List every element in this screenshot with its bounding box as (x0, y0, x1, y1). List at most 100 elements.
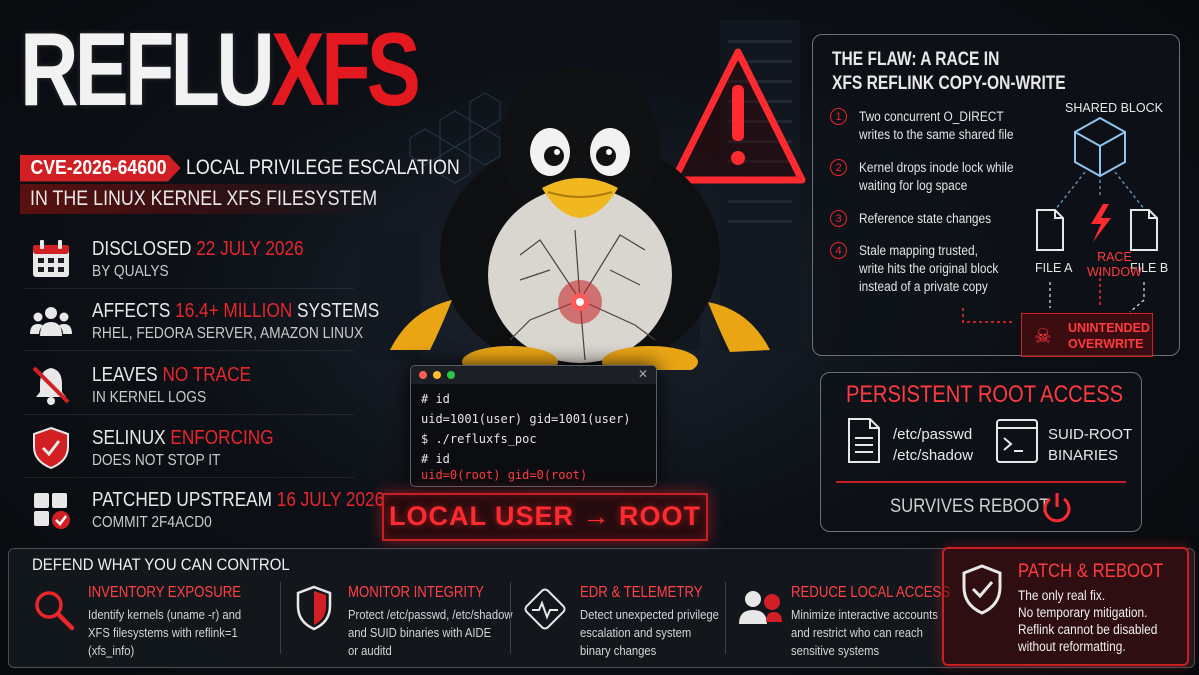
fact-selinux-hl: ENFORCING (170, 427, 274, 449)
patch-reboot-box: PATCH & REBOOT The only real fix. No tem… (942, 547, 1189, 666)
fact-patched-date: 16 JULY 2026 (276, 489, 385, 511)
race-line2: WINDOW (1087, 265, 1142, 279)
patch-text: The only real fix. No temporary mitigati… (1018, 587, 1157, 655)
document-icon (848, 418, 880, 463)
defend-item-line: XFS filesystems with reflink=1 (88, 626, 238, 640)
file-b-icon (1130, 209, 1158, 251)
close-icon: ✕ (637, 367, 648, 381)
fact-affects-post: SYSTEMS (292, 300, 380, 322)
defend-item-title: MONITOR INTEGRITY (348, 584, 484, 601)
power-icon (1043, 493, 1071, 523)
root-file-shadow: /etc/shadow (893, 447, 974, 464)
magnifier-icon (35, 591, 75, 631)
defend-divider (725, 582, 726, 654)
cve-row: CVE-2026-64600 (20, 154, 203, 182)
shield-icon (33, 426, 69, 470)
minimize-dot-icon (433, 371, 441, 379)
patch-title: PATCH & REBOOT (1018, 561, 1164, 582)
root-title: PERSISTENT ROOT ACCESS (846, 381, 1124, 408)
patch-line: Reflink cannot be disabled (1018, 622, 1158, 637)
calendar-icon (33, 240, 69, 277)
terminal-line-3: $ ./refluxfs_poc (421, 432, 537, 446)
suid-line1: SUID-ROOT (1048, 426, 1133, 443)
local-user-root-stamp: LOCAL USER → ROOT (382, 493, 708, 541)
root-file-passwd: /etc/passwd (893, 426, 973, 443)
fact-selinux-pre: SELINUX (92, 427, 171, 449)
fact-selinux: SELINUX ENFORCING DOES NOT STOP IT (24, 419, 354, 478)
fact-affects-count: 16.4+ MILLION (175, 300, 293, 322)
defend-item-line: Identify kernels (uname -r) and (88, 608, 242, 622)
flaw-title-line2: XFS REFLINK COPY-ON-WRITE (832, 73, 1066, 94)
terminal-line-5: uid=0(root) gid=0(root) (421, 468, 588, 482)
cube-icon (1074, 116, 1126, 178)
fact-no-trace-sub: IN KERNEL LOGS (92, 389, 207, 406)
defend-item-line: and restrict who can reach (791, 626, 923, 640)
step-number: 2 (830, 159, 847, 176)
terminal-titlebar: ✕ (411, 366, 656, 384)
terminal-line-1: # id (421, 392, 450, 406)
fact-affects: AFFECTS 16.4+ MILLION SYSTEMS RHEL, FEDO… (24, 292, 379, 351)
root-divider (836, 481, 1126, 483)
root-files: /etc/passwd /etc/shadow (893, 424, 973, 466)
terminal-line-4: # id (421, 452, 450, 466)
patch-line: No temporary mitigation. (1018, 605, 1148, 620)
cve-subtitle-line2: IN THE LINUX KERNEL XFS FILESYSTEM (30, 187, 378, 210)
defend-divider (280, 582, 281, 654)
step-number: 1 (830, 108, 847, 125)
flaw-title-line1: THE FLAW: A RACE IN (832, 49, 1000, 70)
pulse-icon (524, 588, 566, 630)
defend-item-line: escalation and system (580, 626, 692, 640)
cve-badge: CVE-2026-64600 (20, 154, 181, 182)
half-shield-icon (296, 585, 332, 631)
survives-reboot: SURVIVES REBOOT (890, 496, 1050, 517)
step-number: 4 (830, 242, 847, 259)
fact-no-trace-pre: LEAVES (92, 364, 163, 386)
overwrite-line1: UNINTENDED (1068, 321, 1150, 335)
step-number: 3 (830, 210, 847, 227)
title-part1: REFLU (20, 12, 275, 128)
defend-heading: DEFEND WHAT YOU CAN CONTROL (32, 555, 290, 574)
defend-item-monitor: MONITOR INTEGRITY Protect /etc/passwd, /… (348, 584, 531, 660)
penguin-illustration (390, 48, 806, 370)
fact-patched-sub: COMMIT 2F4ACD0 (92, 514, 212, 531)
file-a-label: FILE A (1035, 261, 1073, 275)
lightning-icon (1091, 204, 1111, 242)
race-line1: RACE (1097, 250, 1132, 264)
users-icon (30, 307, 72, 336)
fact-disclosed-pre: DISCLOSED (92, 238, 197, 260)
cve-subtitle-band: IN THE LINUX KERNEL XFS FILESYSTEM (20, 184, 380, 214)
fact-disclosed-date: 22 JULY 2026 (196, 238, 304, 260)
defend-item-edr: EDR & TELEMETRY Detect unexpected privil… (580, 584, 734, 660)
overwrite-line2: OVERWRITE (1068, 337, 1144, 351)
fact-affects-sub: RHEL, FEDORA SERVER, AMAZON LINUX (92, 325, 364, 342)
fact-no-trace-hl: NO TRACE (162, 364, 252, 386)
defend-item-line: Minimize interactive accounts (791, 608, 938, 622)
defend-item-line: Protect /etc/passwd, /etc/shadow (348, 608, 513, 622)
shield-check-icon (962, 564, 1002, 615)
user-restrict-icon (739, 591, 782, 624)
defend-item-line: sensitive systems (791, 644, 880, 658)
patch-grid-icon (34, 493, 70, 529)
skull-icon: ☠ (1034, 326, 1052, 348)
fact-disclosed-sub: BY QUALYS (92, 263, 169, 280)
patch-line: The only real fix. (1018, 588, 1106, 603)
fact-patched-pre: PATCHED UPSTREAM (92, 489, 277, 511)
suid-label: SUID-ROOT BINARIES (1048, 424, 1132, 466)
terminal-icon (996, 419, 1038, 463)
defend-item-title: EDR & TELEMETRY (580, 584, 703, 601)
defend-item-line: (xfs_info) (88, 644, 135, 658)
defend-item-line: or auditd (348, 644, 392, 658)
suid-line2: BINARIES (1048, 447, 1119, 464)
stamp-text: LOCAL USER → ROOT (388, 501, 701, 531)
flaw-title: THE FLAW: A RACE IN XFS REFLINK COPY-ON-… (832, 48, 1066, 96)
defend-item-title: INVENTORY EXPOSURE (88, 584, 242, 601)
main-title: REFLUXFS (20, 18, 421, 122)
warning-triangle-icon (670, 48, 806, 184)
defend-item-line: and SUID binaries with AIDE (348, 626, 492, 640)
defend-item-inventory: INVENTORY EXPOSURE Identify kernels (una… (88, 584, 268, 660)
file-a-icon (1036, 209, 1064, 251)
race-window-label: RACE WINDOW (1087, 250, 1142, 280)
fact-patched: PATCHED UPSTREAM 16 JULY 2026 COMMIT 2F4… (24, 481, 384, 539)
fact-disclosed: DISCLOSED 22 JULY 2026 BY QUALYS (24, 230, 354, 289)
overwrite-label: UNINTENDED OVERWRITE (1068, 320, 1150, 352)
